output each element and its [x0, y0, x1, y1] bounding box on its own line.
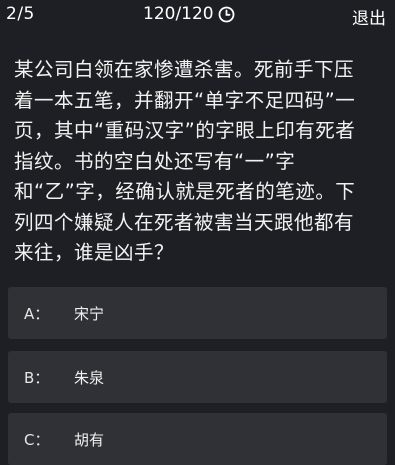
option-b[interactable]: B： 朱泉 [8, 351, 387, 403]
question-progress: 2/5 [6, 4, 35, 24]
question-line: 页，其中“重码汉字”的字眼上印有死者 [14, 119, 356, 142]
question-line: 指纹。书的空白处还写有“一”字 [14, 149, 296, 173]
option-text: 宋宁 [74, 304, 105, 323]
option-text: 朱泉 [74, 368, 105, 387]
option-c[interactable]: C： 胡有 [8, 413, 387, 465]
question-line: 着一本五笔，并翻开“单字不足四码”一 [14, 88, 356, 112]
top-bar: 2/5 120/120 退出 [0, 0, 395, 30]
timer-value: 120/120 [143, 4, 214, 24]
question-line: 和“乙”字，经确认就是死者的笔迹。下 [14, 180, 356, 203]
clock-icon [218, 6, 235, 23]
question-text: 某公司白领在家惨遭杀害。死前手下压 着一本五笔，并翻开“单字不足四码”一 页，其… [14, 55, 386, 269]
option-letter: C： [24, 430, 50, 449]
question-line: 来往，谁是凶手？ [14, 241, 175, 264]
question-line: 某公司白领在家惨遭杀害。死前手下压 [14, 58, 355, 81]
timer: 120/120 [143, 4, 235, 24]
option-a[interactable]: A： 宋宁 [8, 287, 387, 339]
question-line: 列四个嫌疑人在死者被害当天跟他都有 [14, 210, 355, 234]
option-letter: B： [24, 368, 50, 387]
option-text: 胡有 [74, 430, 105, 449]
option-letter: A： [24, 304, 50, 323]
exit-button[interactable]: 退出 [352, 4, 386, 29]
